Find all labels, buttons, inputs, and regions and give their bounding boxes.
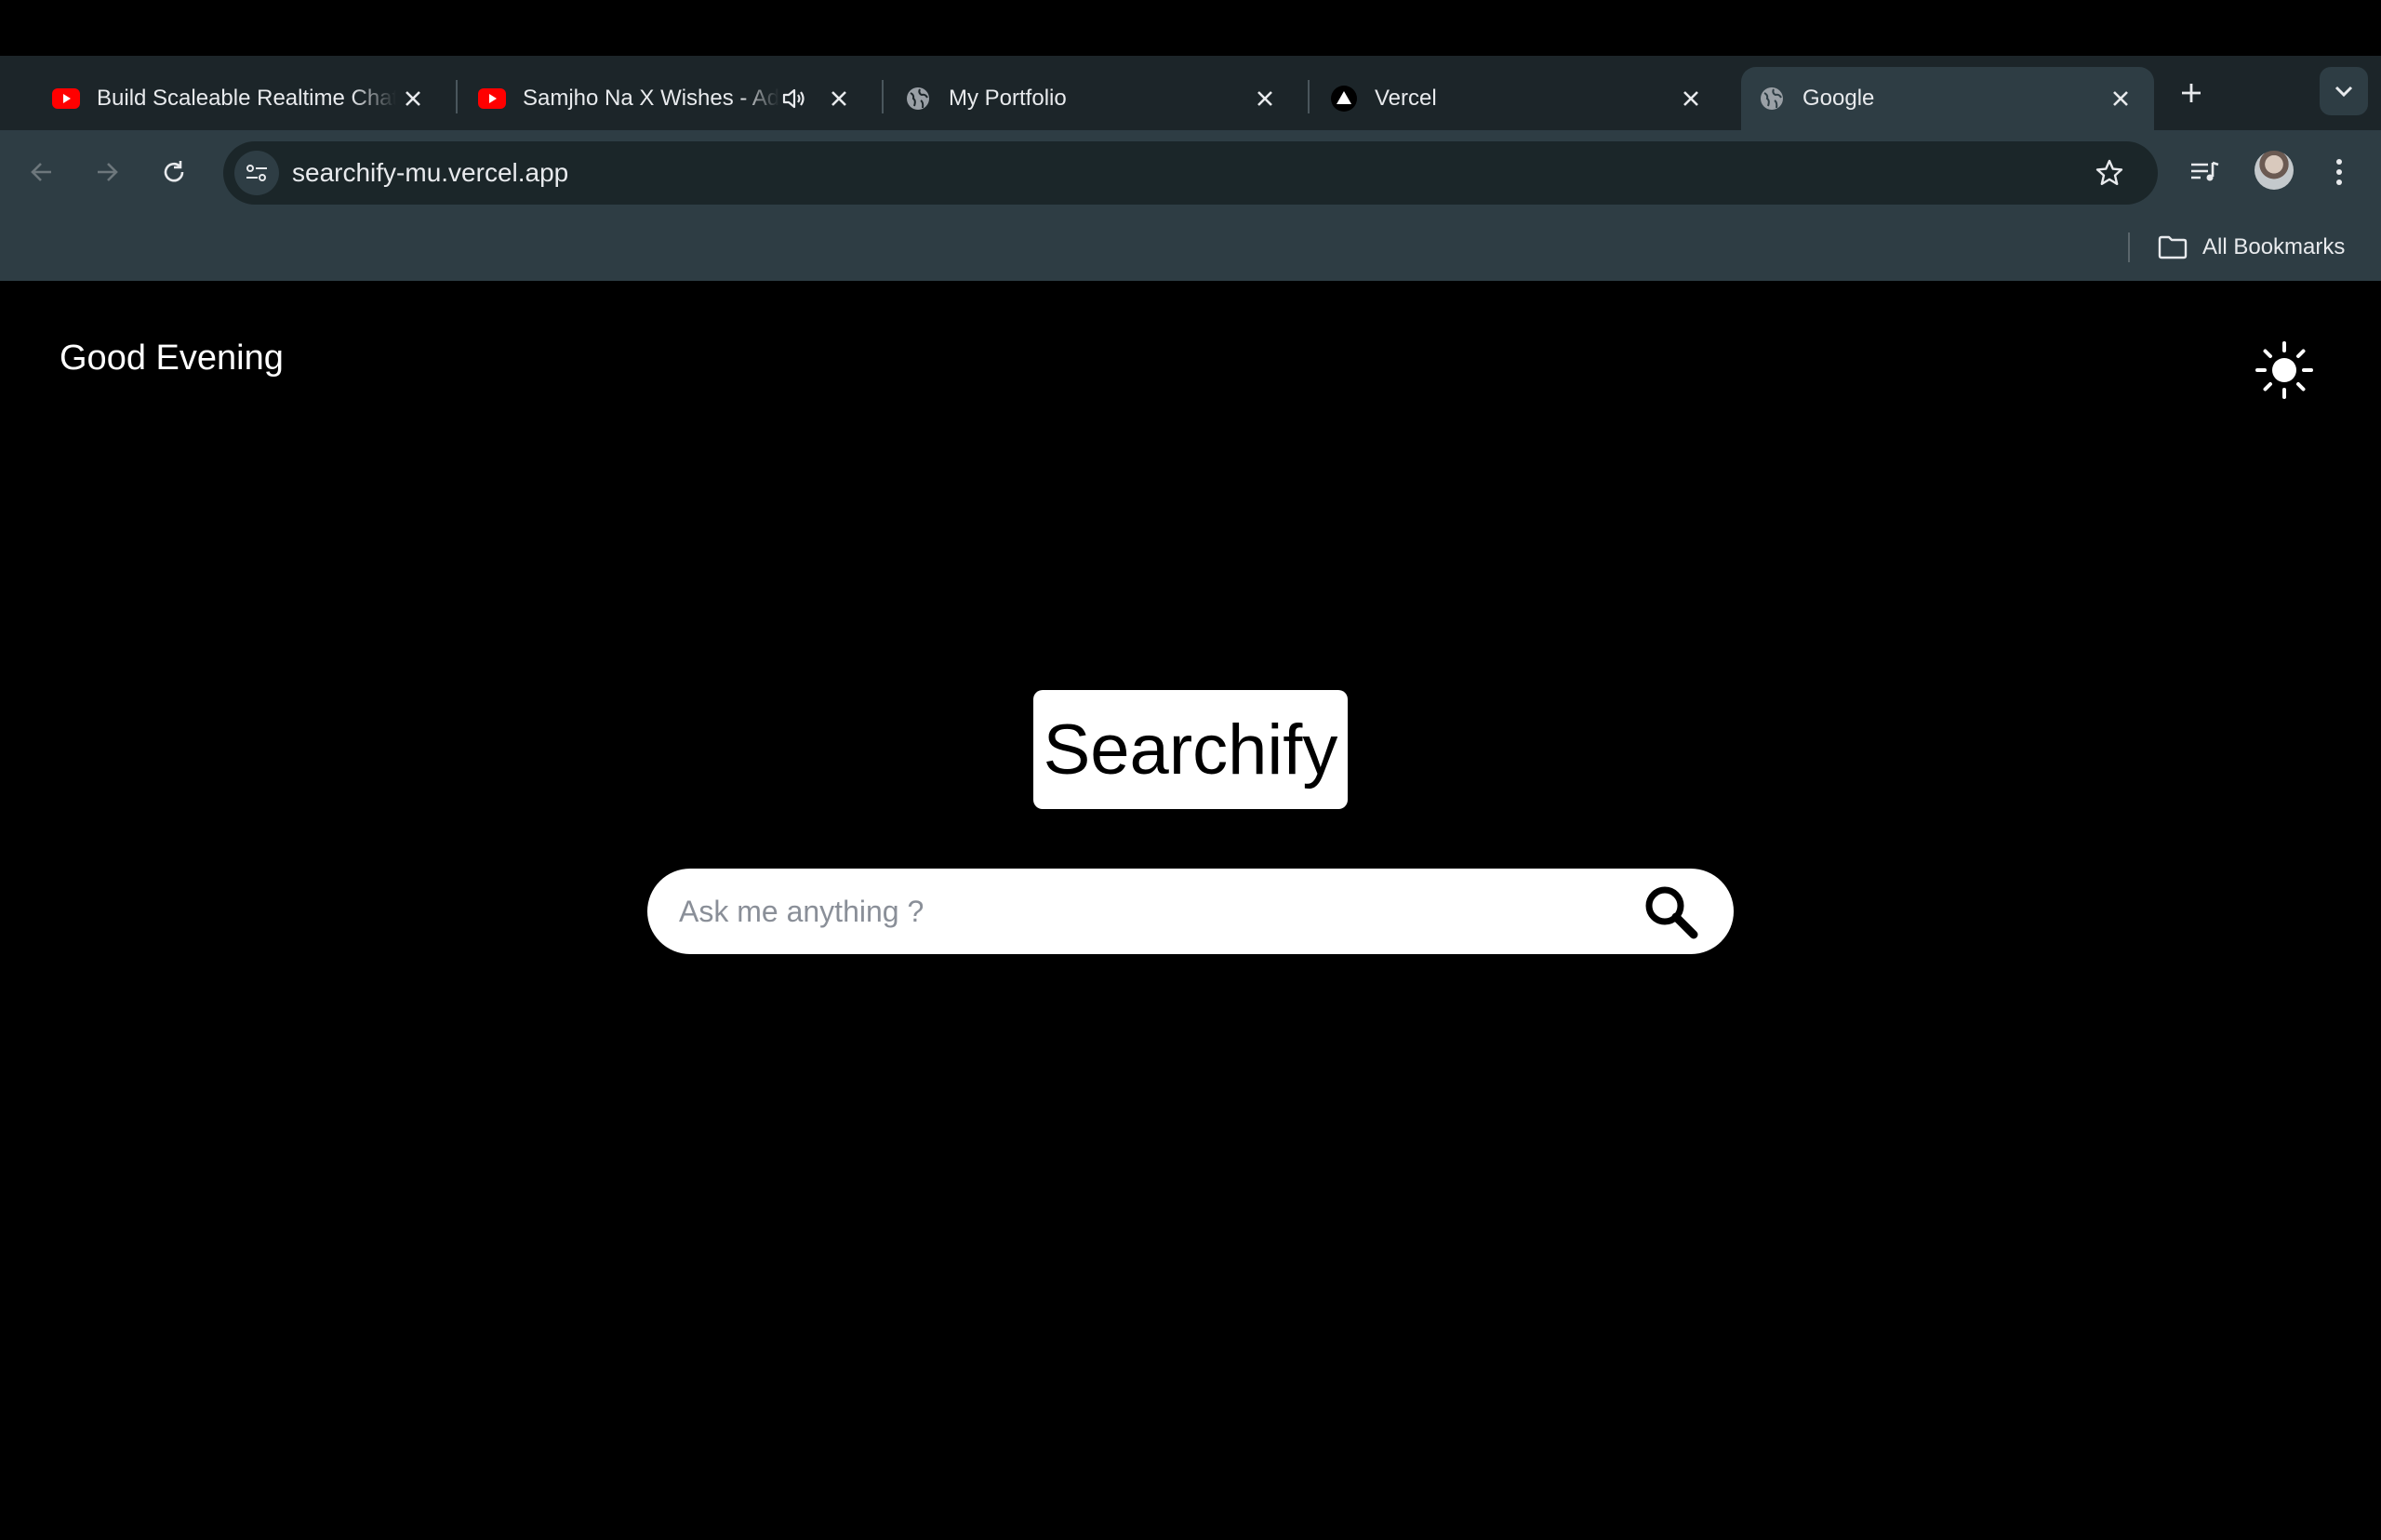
bookmarks-separator: [2128, 232, 2130, 262]
globe-icon: [904, 85, 932, 113]
site-info-icon[interactable]: [234, 151, 279, 195]
profile-avatar[interactable]: [2255, 151, 2294, 190]
tab-strip: Build Scaleable Realtime Chat App Samjho…: [0, 56, 2381, 130]
tab-title: Google: [1802, 86, 1875, 111]
search-input[interactable]: [677, 869, 1607, 954]
tab-google[interactable]: Google: [1741, 67, 2154, 130]
youtube-icon: [52, 85, 80, 113]
tab-search-button[interactable]: [2320, 67, 2368, 115]
back-button[interactable]: [22, 153, 61, 192]
tab-title: My Portfolio: [949, 86, 1067, 111]
tab-title: Build Scaleable Realtime Chat App: [97, 86, 396, 111]
browser-toolbar: searchify-mu.vercel.app: [0, 130, 2381, 214]
bookmark-star-icon[interactable]: [2093, 156, 2126, 190]
tab-vercel[interactable]: Vercel: [1306, 67, 1724, 130]
vercel-icon: [1330, 85, 1358, 113]
folder-icon: [2158, 233, 2189, 261]
sun-icon: [2255, 341, 2313, 399]
tab-samjho-na-x-wishes[interactable]: Samjho Na X Wishes - Aditya Rikhari: [454, 67, 872, 130]
bookmarks-bar: All Bookmarks: [0, 214, 2381, 281]
search-icon: [1645, 886, 1698, 939]
reload-button[interactable]: [154, 153, 193, 192]
close-tab-icon[interactable]: [822, 82, 856, 115]
close-tab-icon[interactable]: [1248, 82, 1282, 115]
youtube-icon: [478, 85, 506, 113]
system-top-strip: [0, 0, 2381, 56]
speaker-icon[interactable]: [779, 84, 809, 113]
close-tab-icon[interactable]: [2104, 82, 2137, 115]
arrow-left-icon: [31, 163, 51, 181]
chevron-down-icon: [2334, 86, 2353, 98]
media-control-icon[interactable]: [2186, 153, 2225, 192]
address-bar[interactable]: searchify-mu.vercel.app: [223, 141, 2158, 205]
kebab-menu-icon[interactable]: [2320, 153, 2359, 192]
tab-my-portfolio[interactable]: My Portfolio: [880, 67, 1298, 130]
close-tab-icon[interactable]: [396, 82, 430, 115]
all-bookmarks-label: All Bookmarks: [2202, 234, 2346, 259]
url-text[interactable]: searchify-mu.vercel.app: [292, 141, 568, 205]
globe-icon: [1758, 85, 1786, 113]
search-bar: [647, 869, 1734, 954]
plus-icon: [2182, 84, 2201, 102]
search-button[interactable]: [1641, 882, 1700, 941]
tab-title: Samjho Na X Wishes - Aditya Rikhari: [523, 86, 779, 111]
reload-icon: [164, 161, 184, 182]
greeting-text: Good Evening: [60, 339, 284, 378]
all-bookmarks-button[interactable]: All Bookmarks: [2158, 214, 2345, 281]
arrow-right-icon: [98, 163, 118, 181]
tab-title: Vercel: [1375, 86, 1437, 111]
theme-toggle-button[interactable]: [2251, 337, 2318, 404]
forward-button[interactable]: [87, 153, 126, 192]
close-tab-icon[interactable]: [1674, 82, 1708, 115]
page-content: Good Evening Searchify: [0, 281, 2381, 1540]
searchify-logo: Searchify: [1033, 690, 1348, 809]
new-tab-button[interactable]: [2173, 74, 2210, 112]
tab-build-scaleable-realtime-chat[interactable]: Build Scaleable Realtime Chat App: [28, 67, 446, 130]
